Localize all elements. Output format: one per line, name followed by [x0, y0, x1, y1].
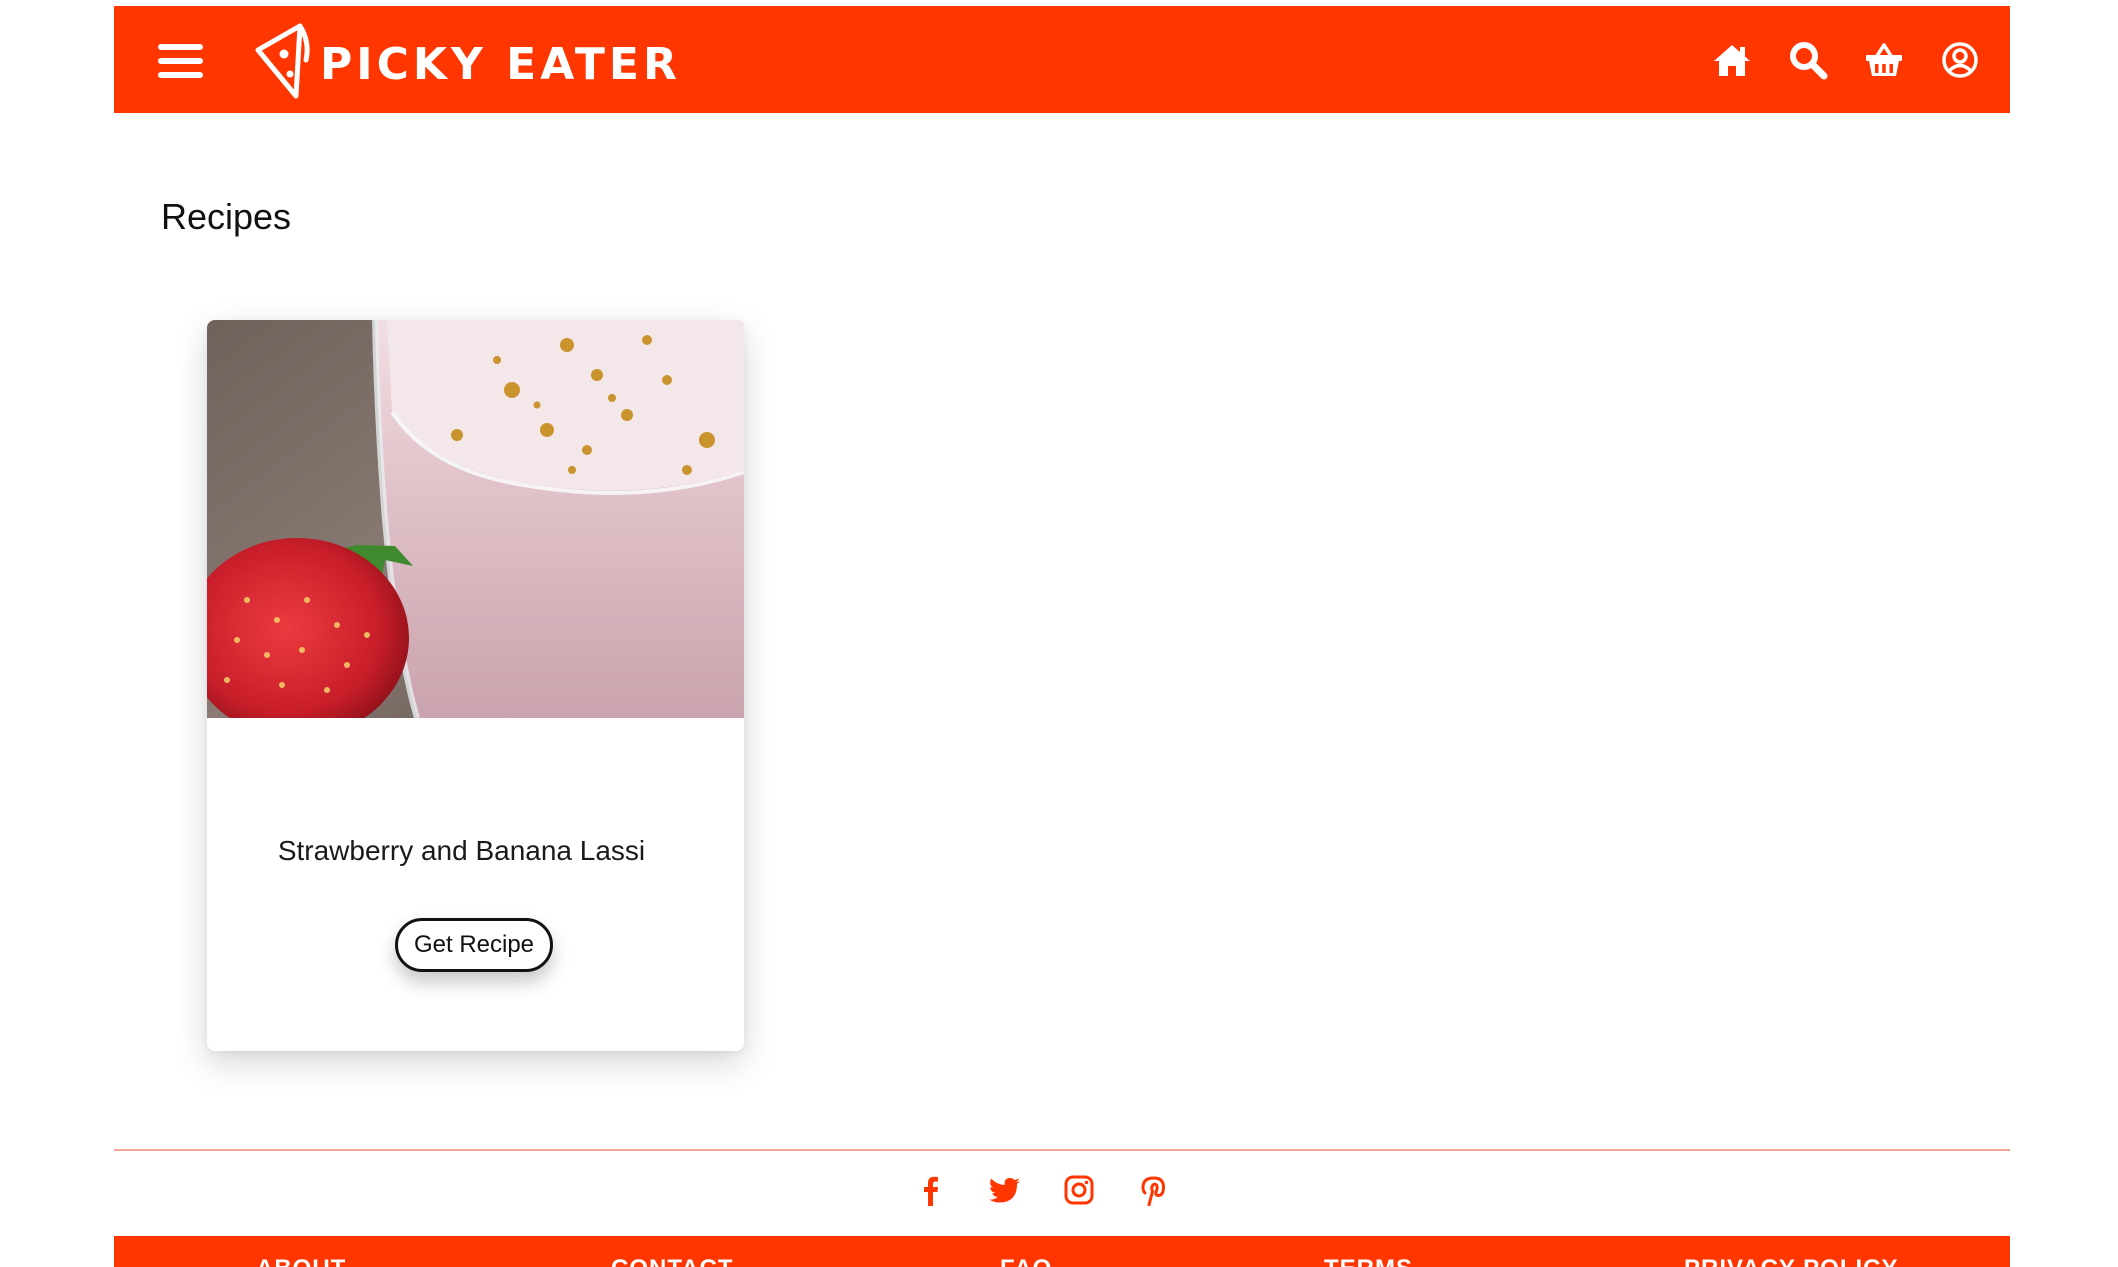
footer-link-terms[interactable]: TERMS [1324, 1255, 1413, 1267]
pizza-slice-logo-icon [255, 23, 310, 99]
facebook-icon[interactable] [915, 1174, 947, 1206]
footer-bar: ABOUT CONTACT FAQ TERMS PRIVACY POLICY [114, 1236, 2010, 1267]
social-links [0, 1174, 2118, 1206]
instagram-icon[interactable] [1063, 1174, 1095, 1206]
recipe-card: Strawberry and Banana Lassi Get Recipe [207, 320, 744, 1051]
footer-divider [114, 1149, 2010, 1151]
footer-link-about[interactable]: ABOUT [256, 1255, 346, 1267]
recipe-image [207, 320, 744, 718]
footer-link-faq[interactable]: FAQ [1000, 1255, 1052, 1267]
user-icon[interactable] [1940, 40, 1980, 80]
get-recipe-button[interactable]: Get Recipe [395, 918, 553, 972]
page-title: Recipes [161, 196, 292, 237]
basket-icon[interactable] [1864, 40, 1904, 80]
twitter-icon[interactable] [989, 1174, 1021, 1206]
brand-logo[interactable]: PICKY EATER [250, 16, 681, 106]
recipe-title: Strawberry and Banana Lassi [277, 835, 646, 866]
menu-icon[interactable] [158, 44, 203, 79]
pinterest-icon[interactable] [1137, 1174, 1169, 1206]
footer-link-contact[interactable]: CONTACT [611, 1255, 734, 1267]
search-icon[interactable] [1788, 40, 1828, 80]
home-icon[interactable] [1712, 40, 1752, 80]
footer-link-privacy-policy[interactable]: PRIVACY POLICY [1684, 1255, 1898, 1267]
brand-name: PICKY EATER [320, 38, 681, 90]
navbar: PICKY EATER [114, 6, 2010, 113]
nav-icons [1712, 40, 1980, 80]
